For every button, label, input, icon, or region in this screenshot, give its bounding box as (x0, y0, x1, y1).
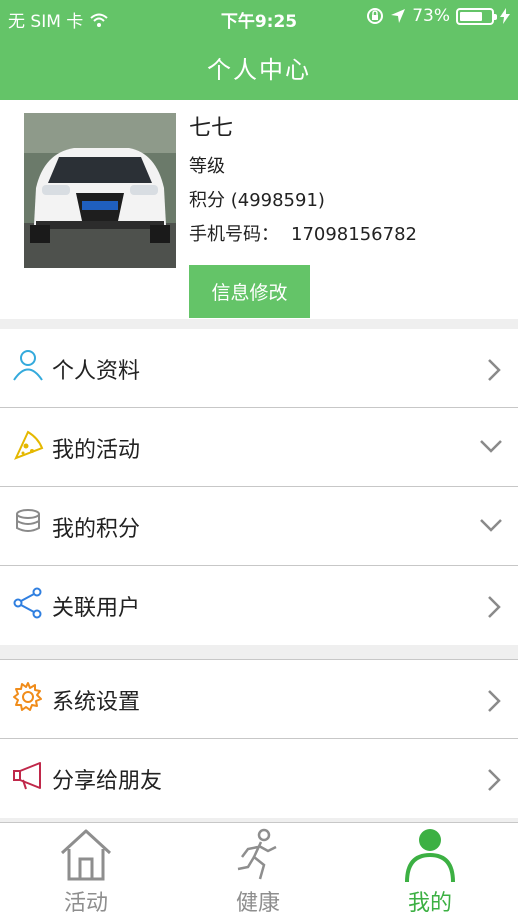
phone-value: 17098156782 (291, 224, 417, 245)
status-bar: 无 SIM 卡 下午9:25 73% (0, 0, 518, 36)
tab-label: 健康 (235, 891, 280, 916)
car-photo-icon (24, 113, 176, 268)
menu-group-1: 个人资料 我的活动 我的积分 关联用户 (0, 329, 518, 645)
chevron-down-icon (480, 519, 502, 532)
menu-item-settings[interactable]: 系统设置 (0, 660, 518, 739)
chevron-down-icon (480, 440, 502, 453)
menu-item-share[interactable]: 分享给朋友 (0, 739, 518, 818)
user-points: 积分 (4998591) (189, 190, 325, 211)
pizza-icon (14, 430, 44, 460)
menu-label: 系统设置 (52, 690, 141, 715)
battery-icon (456, 7, 497, 25)
chevron-right-icon (488, 769, 501, 791)
tab-bar: 活动 健康 我的 (0, 822, 518, 920)
profile-info: 七七 等级 积分 (4998591) 手机号码： 17098156782 (189, 114, 417, 252)
menu-label: 分享给朋友 (52, 769, 163, 794)
menu-label: 我的活动 (52, 438, 141, 463)
tab-activities[interactable]: 活动 (0, 823, 172, 920)
tab-label: 活动 (63, 891, 108, 916)
menu-label: 关联用户 (52, 596, 141, 621)
section-divider (0, 645, 518, 660)
menu-item-activities[interactable]: 我的活动 (0, 408, 518, 487)
user-phone: 手机号码： 17098156782 (189, 218, 417, 252)
edit-info-button[interactable]: 信息修改 (189, 265, 310, 318)
house-icon (60, 829, 112, 881)
chevron-right-icon (488, 596, 501, 618)
user-name: 七七 (189, 116, 234, 141)
share-icon (13, 587, 42, 619)
menu-label: 个人资料 (52, 359, 141, 384)
status-right: 73% (366, 6, 510, 26)
runner-icon (237, 828, 277, 880)
profile-card: 七七 等级 积分 (4998591) 手机号码： 17098156782 信息修改 (0, 100, 518, 319)
megaphone-icon (13, 762, 41, 790)
tab-label: 我的 (407, 891, 452, 916)
rotation-lock-icon (367, 8, 384, 24)
menu-item-linked-users[interactable]: 关联用户 (0, 566, 518, 645)
menu-label: 我的积分 (52, 517, 141, 542)
gear-icon (13, 682, 42, 711)
chevron-right-icon (488, 690, 501, 712)
avatar[interactable] (24, 113, 176, 268)
location-arrow-icon (391, 9, 406, 23)
person-icon (13, 350, 43, 381)
phone-label: 手机号码： (189, 224, 279, 245)
battery-fill (460, 11, 482, 21)
coins-icon (16, 509, 40, 532)
person-filled-icon (405, 829, 455, 883)
menu-group-2: 系统设置 分享给朋友 (0, 660, 518, 818)
user-level: 等级 (189, 156, 225, 177)
menu-item-points[interactable]: 我的积分 (0, 487, 518, 566)
nav-bar: 个人中心 (0, 36, 518, 100)
battery-percent: 73% (412, 6, 450, 26)
charging-bolt-icon (500, 8, 510, 24)
chevron-right-icon (488, 359, 501, 381)
tab-health[interactable]: 健康 (172, 823, 344, 920)
menu-item-profile[interactable]: 个人资料 (0, 329, 518, 408)
tab-me[interactable]: 我的 (344, 823, 516, 920)
page-title: 个人中心 (207, 56, 311, 84)
